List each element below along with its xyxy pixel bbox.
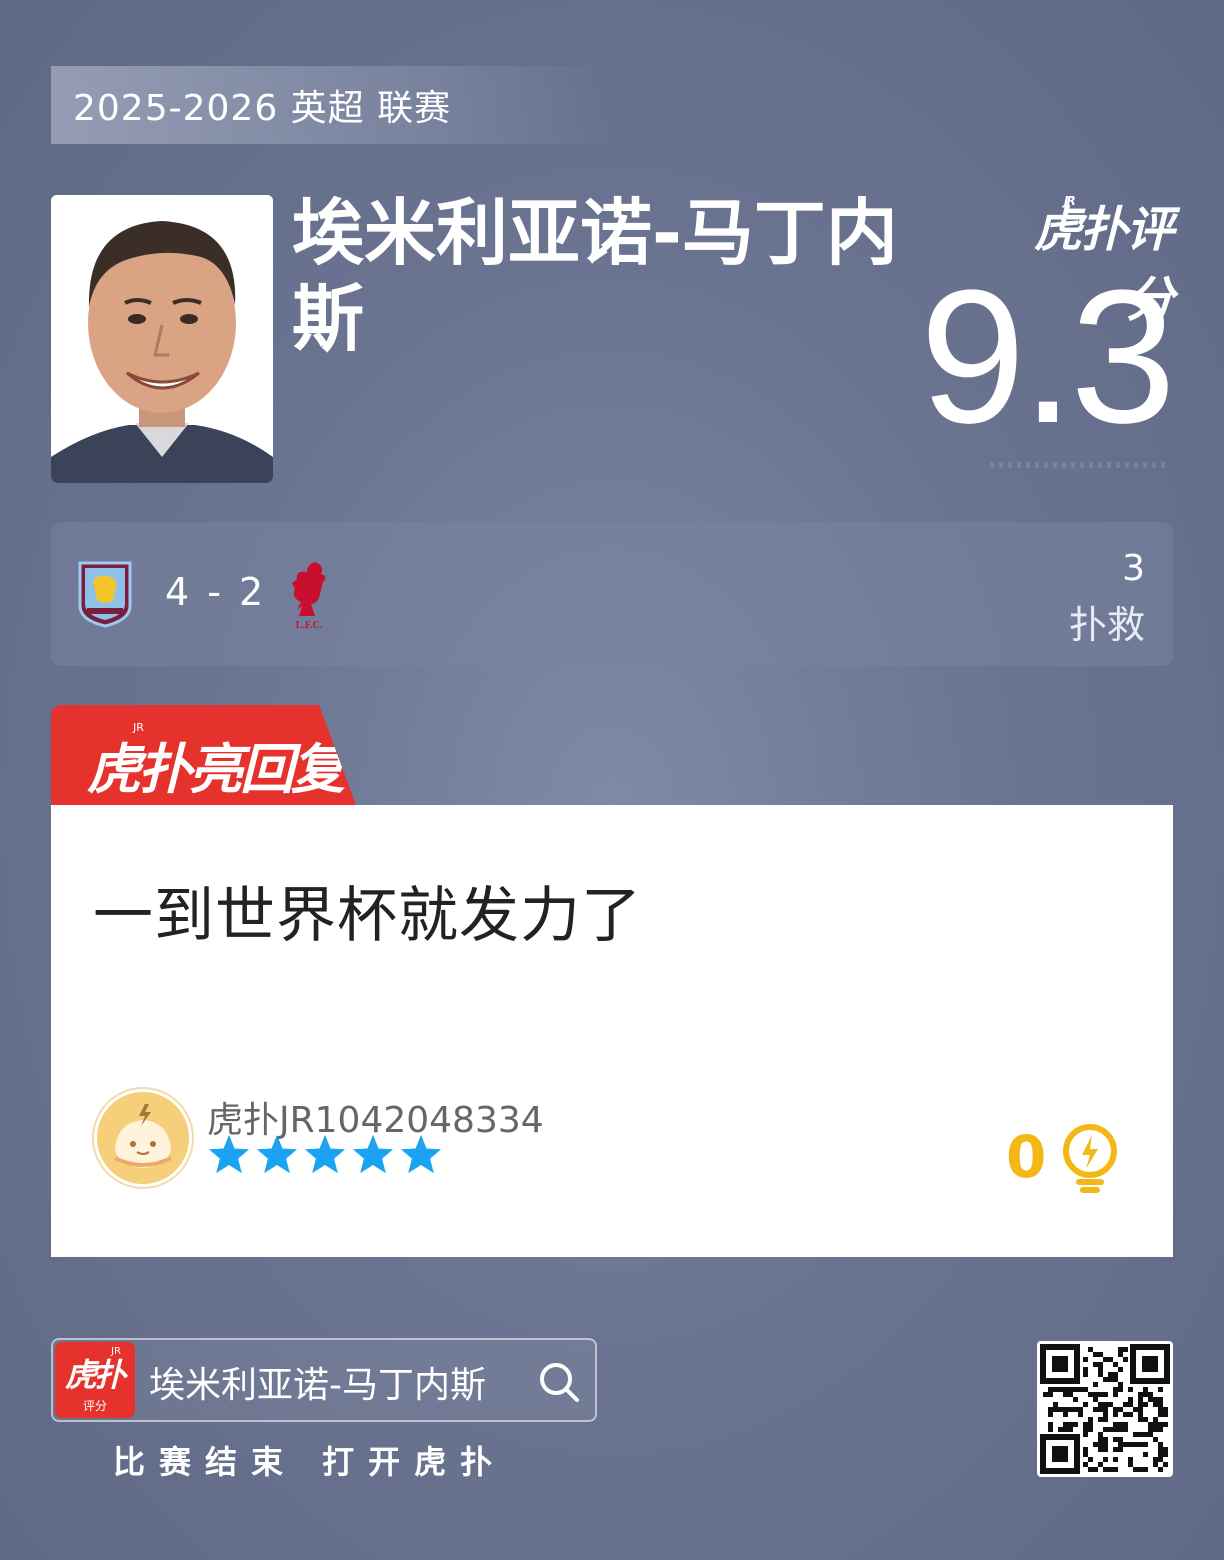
reply-card[interactable]: 一到世界杯就发力了 虎扑JR1042048334 0: [51, 805, 1173, 1257]
reply-text: 一到世界杯就发力了: [93, 881, 642, 951]
qr-code-icon: [1037, 1341, 1173, 1477]
star-icon: [400, 1134, 442, 1174]
like-count: 0: [1006, 1123, 1047, 1191]
svg-text:L.F.C.: L.F.C.: [296, 620, 323, 631]
match-score: 4 - 2: [165, 570, 267, 614]
decorative-dots: [990, 462, 1170, 468]
avatar[interactable]: [94, 1089, 192, 1187]
rating-value: 9.3: [919, 251, 1176, 463]
search-query: 埃米利亚诺-马丁内斯: [149, 1365, 486, 1406]
star-icon: [256, 1134, 298, 1174]
search-icon[interactable]: [537, 1360, 581, 1404]
hupu-app-icon[interactable]: 虎扑 JR 评分: [55, 1342, 135, 1418]
season-label: 2025-2026 英超 联赛: [51, 66, 611, 144]
open-app-cta[interactable]: 比赛结束 打开虎扑: [113, 1437, 506, 1483]
match-summary: 4 - 2 L.F.C. 3 扑救: [51, 522, 1173, 666]
saves-label: 扑救: [1068, 603, 1145, 647]
star-icon: [208, 1134, 250, 1174]
app-search-bar[interactable]: 虎扑 JR 评分 埃米利亚诺-马丁内斯: [51, 1338, 597, 1422]
star-icon: [352, 1134, 394, 1174]
highlight-reply-tab: JR 虎扑亮回复: [51, 705, 356, 805]
star-icon: [304, 1134, 346, 1174]
player-name: 埃米利亚诺-马丁内斯: [292, 191, 898, 361]
liverpool-crest-icon: L.F.C.: [292, 562, 326, 631]
rating-logo-sup: JR: [1064, 194, 1076, 208]
aston-villa-crest-icon: [78, 561, 132, 628]
app-icon-sup: JR: [111, 1346, 121, 1357]
highlight-tab-label: 虎扑亮回复: [87, 738, 345, 801]
rating-logo: JR 虎扑评分: [1012, 190, 1174, 328]
player-photo: [51, 195, 273, 483]
lightbulb-icon[interactable]: [1056, 1123, 1124, 1195]
saves-count: 3: [1122, 548, 1145, 589]
app-icon-sub: 评分: [82, 1399, 107, 1413]
user-level-stars: [207, 1133, 443, 1175]
